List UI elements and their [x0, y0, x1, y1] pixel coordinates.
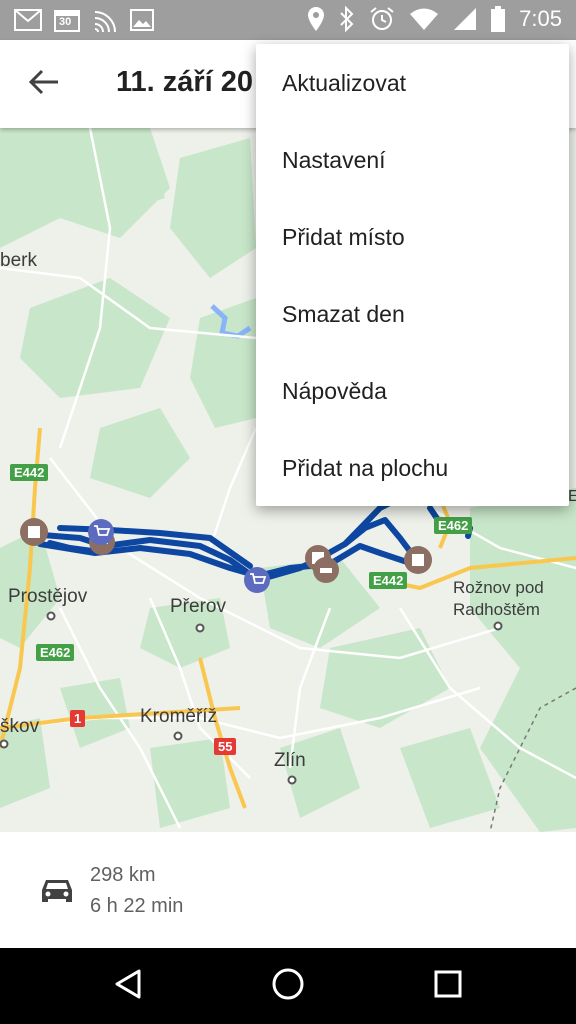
map-label-vyskov: škov	[0, 716, 40, 737]
overflow-menu: Aktualizovat Nastavení Přidat místo Smaz…	[256, 44, 569, 506]
menu-item-settings[interactable]: Nastavení	[256, 122, 569, 199]
calendar-day: 30	[59, 16, 72, 28]
map-label-zlin: Zlín	[274, 750, 306, 771]
home-circle-icon	[271, 967, 305, 1006]
bluetooth-icon	[339, 6, 355, 32]
map-label-roznov-1: Rožnov pod	[453, 578, 544, 597]
clock: 7:05	[519, 6, 562, 31]
map-label-edge-e: E	[568, 488, 576, 505]
menu-item-refresh[interactable]: Aktualizovat	[256, 45, 569, 122]
wifi-icon	[409, 7, 439, 31]
menu-item-delete-day[interactable]: Smazat den	[256, 276, 569, 353]
map-label-roznov-2: Radhoštěm	[453, 600, 540, 619]
road-shield-1: 1	[70, 710, 86, 727]
battery-icon	[491, 6, 506, 32]
trip-duration: 6 h 22 min	[90, 895, 184, 917]
car-icon	[40, 876, 74, 911]
trip-distance: 298 km	[90, 864, 156, 886]
back-button[interactable]	[22, 62, 66, 106]
road-shield-e442-right: E442	[369, 572, 408, 589]
map-label-sternberk: berk	[0, 250, 37, 271]
recents-square-icon	[433, 969, 463, 1004]
map-label-prostejov: Prostějov	[8, 586, 88, 607]
signal-icon	[453, 7, 477, 31]
menu-item-help[interactable]: Nápověda	[256, 353, 569, 430]
cast-icon	[92, 8, 118, 32]
nav-home-button[interactable]	[268, 966, 308, 1006]
road-shield-e442-left: E442	[10, 464, 49, 481]
nav-back-button[interactable]	[108, 966, 148, 1006]
image-icon	[130, 9, 154, 31]
back-triangle-icon	[113, 968, 143, 1005]
gmail-icon	[14, 9, 42, 31]
system-icons: 7:05	[307, 6, 562, 32]
road-shield-e462-left: E462	[36, 644, 75, 661]
nav-recents-button[interactable]	[428, 966, 468, 1006]
page-title: 11. září 20	[116, 66, 254, 98]
status-bar: 30 7:05	[0, 0, 576, 40]
trip-summary: 298 km 6 h 22 min	[0, 832, 576, 948]
arrow-back-icon	[28, 69, 59, 100]
map-label-kromeriz: Kroměříž	[140, 706, 218, 727]
location-icon	[307, 6, 325, 32]
notification-icons: 30	[14, 8, 154, 32]
system-nav-bar	[0, 948, 576, 1024]
road-shield-e462-right: E462	[434, 517, 473, 534]
alarm-icon	[369, 6, 395, 32]
menu-item-add-to-home[interactable]: Přidat na plochu	[256, 430, 569, 507]
calendar-icon: 30	[54, 8, 80, 32]
road-shield-55: 55	[214, 738, 237, 755]
menu-item-add-place[interactable]: Přidat místo	[256, 199, 569, 276]
map-label-prerov: Přerov	[170, 596, 226, 617]
